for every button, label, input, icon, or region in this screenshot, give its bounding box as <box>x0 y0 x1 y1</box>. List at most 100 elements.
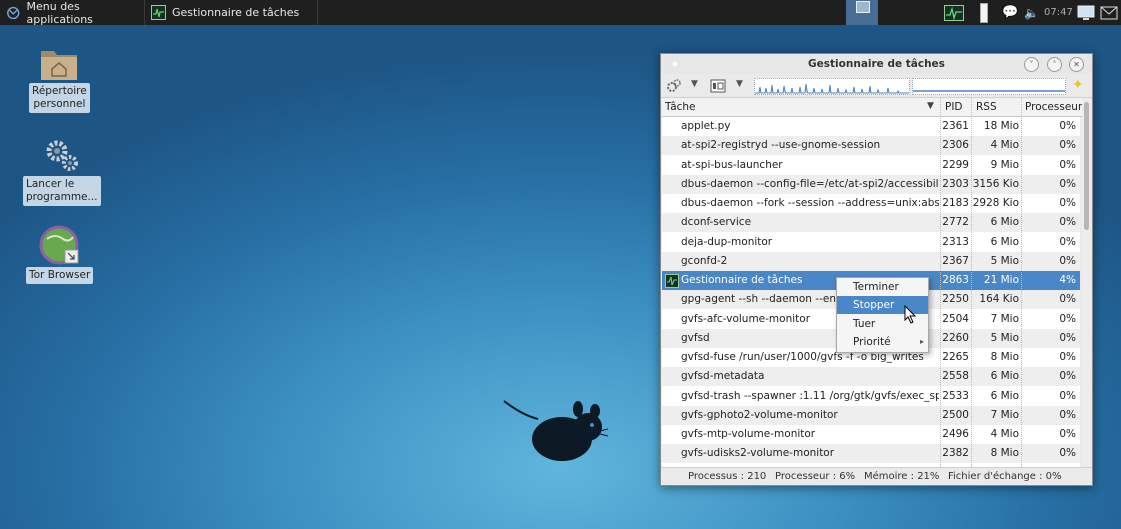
table-row[interactable]: gvfs-gphoto2-volume-monitor 2500 7 Mio 0% <box>662 405 1080 425</box>
process-cpu: 0% <box>1059 120 1076 132</box>
status-cpu: Processeur : 6% <box>775 471 856 482</box>
table-row[interactable]: gvfs-mtp-volume-monitor 2496 4 Mio 0% <box>662 425 1080 444</box>
volume-icon[interactable]: 🔈 <box>1024 6 1039 20</box>
settings-icon[interactable] <box>666 78 682 94</box>
column-header-task[interactable]: Tâche <box>665 101 696 113</box>
process-cpu: 4% <box>1059 274 1076 286</box>
status-swap: Fichier d'échange : 0% <box>948 471 1062 482</box>
close-button[interactable]: ✕ <box>1069 57 1084 72</box>
process-name: dbus-daemon --config-file=/etc/at-spi2/a… <box>681 177 939 190</box>
process-pid: 2260 <box>942 331 969 344</box>
applications-menu-button[interactable]: Menu des applications <box>0 0 144 26</box>
process-cpu: 0% <box>1059 177 1076 190</box>
table-row[interactable]: gconfd-2 2367 5 Mio 0% <box>662 251 1080 271</box>
workspace-switcher[interactable] <box>846 0 878 25</box>
process-pid: 2382 <box>942 447 969 460</box>
applications-menu-label: Menu des applications <box>26 0 93 26</box>
status-bar: Processus : 210 Processeur : 6% Mémoire … <box>661 467 1092 486</box>
clock[interactable]: 07:47 <box>1044 0 1073 25</box>
process-rss: 9 Mio <box>990 158 1019 171</box>
task-manager-tray-icon[interactable] <box>944 4 964 21</box>
view-dropdown-icon[interactable]: ▼ <box>736 79 743 89</box>
process-cpu: 0% <box>1059 370 1076 383</box>
taskbar-button-label: Gestionnaire de tâches <box>172 6 300 19</box>
submenu-arrow-icon: ▸ <box>919 337 924 346</box>
table-row[interactable]: deja-dup-monitor 2313 6 Mio 0% <box>662 233 1080 252</box>
tray-right <box>1076 0 1118 25</box>
process-pid: 2772 <box>942 216 969 229</box>
label-line: programme... <box>26 191 98 203</box>
process-rss: 2928 Kio <box>972 197 1019 209</box>
menu-item-label: Tuer <box>853 318 876 330</box>
table-row[interactable]: applet.py 2361 18 Mio 0% <box>662 117 1080 136</box>
minimize-button[interactable]: ˅ <box>1024 57 1039 72</box>
process-cpu: 0% <box>1059 216 1076 229</box>
process-cpu: 0% <box>1059 197 1076 209</box>
process-rss: 8 Mio <box>990 351 1019 363</box>
scrollbar-thumb[interactable] <box>1084 102 1089 230</box>
process-cpu: 0% <box>1059 254 1076 267</box>
process-name: gvfsd-trash --spawner :1.11 /org/gtk/gvf… <box>681 389 939 402</box>
process-cpu: 0% <box>1059 235 1076 248</box>
column-divider <box>940 98 941 467</box>
process-pid: 2306 <box>942 139 969 152</box>
process-rss: 4 Mio <box>990 139 1019 152</box>
workspace-window-thumbnail <box>856 1 870 13</box>
process-pid: 2313 <box>942 235 969 248</box>
process-cpu: 0% <box>1059 139 1076 152</box>
process-rss: 8 Mio <box>990 447 1019 460</box>
system-tray: 💬 🔈 <box>944 0 1039 25</box>
process-cpu: 0% <box>1059 408 1076 421</box>
process-name: applet.py <box>681 120 731 132</box>
table-row[interactable]: dbus-daemon --fork --session --address=u… <box>662 194 1080 213</box>
table-row[interactable]: dbus-daemon --config-file=/etc/at-spi2/a… <box>662 174 1080 194</box>
view-options-icon[interactable] <box>710 79 726 93</box>
vertical-scrollbar[interactable] <box>1082 98 1091 467</box>
table-row[interactable]: dconf-service 2772 6 Mio 0% <box>662 213 1080 233</box>
process-name: gvfs-mtp-volume-monitor <box>681 428 816 440</box>
task-manager-window: Gestionnaire de tâches ˅ ˄ ✕ ▼ ▼ ✦ Tâche… <box>660 53 1093 486</box>
battery-icon[interactable] <box>980 2 988 23</box>
settings-dropdown-icon[interactable]: ▼ <box>691 79 698 89</box>
table-row[interactable]: at-spi-bus-launcher 2299 9 Mio 0% <box>662 156 1080 175</box>
panel-separator <box>317 0 318 25</box>
table-row[interactable]: gvfsd-metadata 2558 6 Mio 0% <box>662 367 1080 387</box>
table-row[interactable]: gvfs-udisks2-volume-monitor 2382 8 Mio 0% <box>662 444 1080 464</box>
process-name: dbus-daemon --fork --session --address=u… <box>681 197 939 209</box>
memory-graph-plot <box>913 90 1065 92</box>
process-pid: 2500 <box>942 408 969 421</box>
chat-icon[interactable]: 💬 <box>1002 5 1018 20</box>
new-window-star-icon[interactable]: ✦ <box>1072 77 1084 93</box>
table-row[interactable]: at-spi2-registryd --use-gnome-session 230… <box>662 136 1080 156</box>
column-header-rss[interactable]: RSS <box>976 101 997 113</box>
desktop-icon-home[interactable]: Répertoire personnel <box>29 45 90 113</box>
window-titlebar[interactable]: Gestionnaire de tâches ˅ ˄ ✕ <box>661 54 1092 74</box>
process-name: gvfs-udisks2-volume-monitor <box>681 447 835 460</box>
toolbar: ▼ ▼ ✦ <box>661 74 1092 98</box>
mail-icon[interactable] <box>1100 6 1118 20</box>
process-pid: 2367 <box>942 254 969 267</box>
menu-item-terminate[interactable]: Terminer <box>837 278 928 296</box>
table-row[interactable]: gvfsd-trash --spawner :1.11 /org/gtk/gvf… <box>662 387 1080 406</box>
status-memory: Mémoire : 21% <box>864 471 940 482</box>
desktop-icon-tor-browser[interactable]: Tor Browser <box>26 225 94 284</box>
task-manager-icon <box>151 5 166 20</box>
process-rss: 6 Mio <box>990 216 1019 229</box>
process-cpu: 0% <box>1059 331 1076 344</box>
desktop-icon-run-program[interactable]: Lancer le programme... <box>23 136 101 206</box>
process-pid: 2863 <box>942 274 969 286</box>
desktop-icon-label: Tor Browser <box>26 267 94 284</box>
process-cpu: 0% <box>1059 447 1076 460</box>
process-name: gvfsd-metadata <box>681 370 765 383</box>
column-header-pid[interactable]: PID <box>945 101 963 113</box>
process-name: deja-dup-monitor <box>681 235 773 248</box>
process-rss: 7 Mio <box>990 408 1019 421</box>
column-divider <box>1021 98 1022 467</box>
maximize-button[interactable]: ˄ <box>1047 57 1062 72</box>
cpu-graph <box>754 78 910 95</box>
menu-item-priority[interactable]: Priorité ▸ <box>837 333 928 351</box>
process-name: at-spi2-registryd --use-gnome-session <box>681 139 881 152</box>
taskbar-button-task-manager[interactable]: Gestionnaire de tâches <box>145 0 317 25</box>
display-icon[interactable] <box>1076 4 1096 22</box>
column-header-cpu[interactable]: Processeur <box>1025 101 1082 113</box>
